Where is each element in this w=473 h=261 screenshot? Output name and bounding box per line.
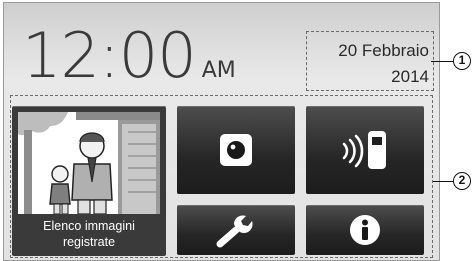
callout-2: 2 [453, 172, 471, 190]
record-icon [220, 134, 252, 166]
wrench-icon [216, 215, 253, 248]
info-button[interactable] [306, 205, 424, 255]
date-display: 20 Febbraio 2014 [306, 31, 434, 91]
recorded-images-label: Elenco immagini registrate [12, 214, 166, 250]
intercom-button[interactable] [306, 106, 424, 194]
date-day-month: 20 Febbraio [338, 41, 429, 60]
record-button[interactable] [177, 106, 295, 194]
recorded-images-label-line2: registrate [62, 235, 116, 249]
clock-ampm: AM [201, 58, 236, 83]
callout-leader-1 [431, 61, 453, 62]
intercom-phone-icon [342, 131, 386, 169]
clock-time: 12:00 [22, 19, 197, 92]
callout-leader-2 [433, 181, 453, 182]
recorded-images-label-line1: Elenco immagini [43, 219, 135, 233]
settings-button[interactable] [177, 205, 295, 255]
callout-1: 1 [453, 52, 471, 70]
recorded-image-thumbnail [18, 112, 160, 214]
visitor-illustration [18, 112, 160, 214]
clock-display: 12:00 AM [22, 25, 236, 87]
info-icon [350, 215, 380, 245]
date-year: 2014 [391, 67, 429, 86]
recorded-images-button[interactable]: Elenco immagini registrate [12, 106, 166, 256]
